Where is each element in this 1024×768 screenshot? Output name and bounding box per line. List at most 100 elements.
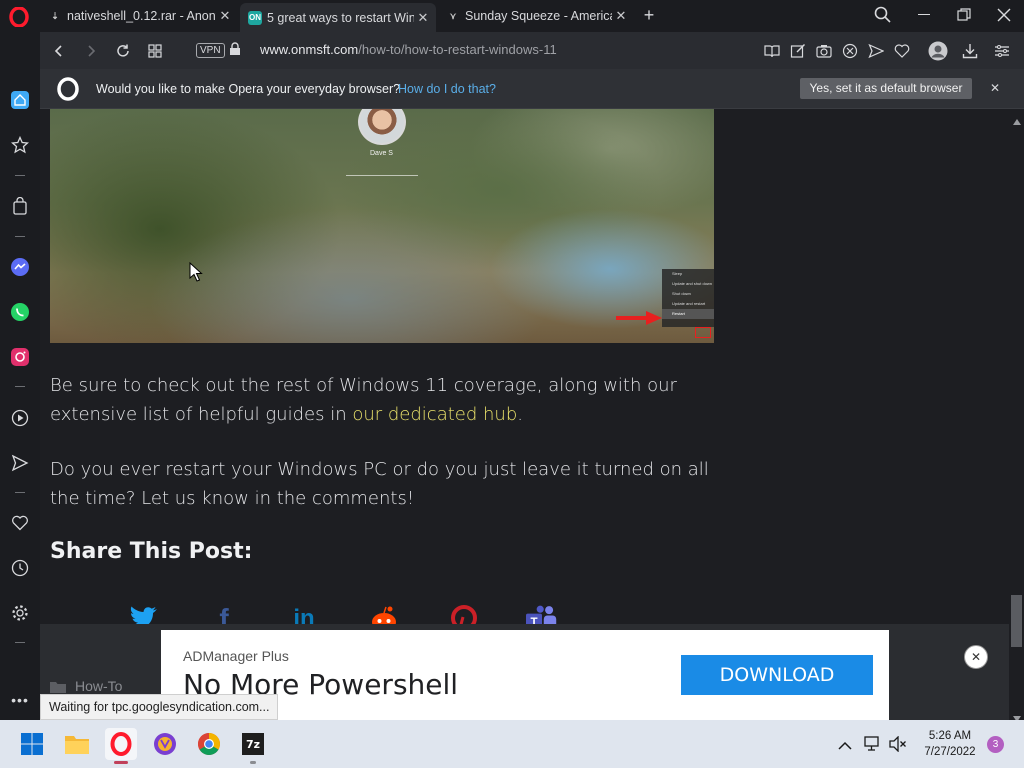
tab-onmsft[interactable]: ON 5 great ways to restart Windows 11 ✕ [240,3,436,32]
opera-taskbar-icon[interactable] [105,728,137,760]
send-icon[interactable] [8,451,32,475]
power-menu-item: Update and restart [672,301,706,306]
downloads-icon[interactable] [957,38,983,64]
search-tabs-icon[interactable] [873,5,895,27]
tab-close-icon[interactable]: ✕ [414,10,432,26]
bookmarks-star-icon[interactable] [8,133,32,157]
settings-gear-icon[interactable] [8,601,32,625]
scrollbar-thumb[interactable] [1011,595,1022,647]
heart-icon[interactable] [8,511,32,535]
page-scrollbar[interactable] [1009,109,1024,722]
easy-setup-menu-icon[interactable] [989,38,1015,64]
file-explorer-icon[interactable] [61,728,93,760]
reload-button[interactable] [110,38,136,64]
new-tab-button[interactable]: + [638,4,660,26]
sidebar-divider [15,492,25,493]
vpn-badge[interactable]: VPN [196,43,225,58]
tab-favicon-icon: ON [248,10,262,25]
home-icon [11,91,29,109]
whatsapp-icon[interactable] [8,300,32,324]
edit-icon[interactable] [785,38,811,64]
profile-avatar-icon[interactable] [925,38,951,64]
scroll-up-arrow-icon[interactable] [1013,112,1021,130]
bookmark-heart-icon[interactable] [889,38,915,64]
url-domain: www.onmsft.com [260,42,359,57]
notification-message: Would you like to make Opera your everyd… [96,82,401,96]
windows-taskbar: 7z 5:26 AM 7/27/2022 3 [0,720,1024,768]
speed-dial-button[interactable] [8,88,32,112]
shopping-bag-icon[interactable] [8,194,32,218]
tab-favicon-icon: ⇣ [51,10,59,21]
sidebar-divider [15,642,25,643]
power-menu-item: Shut down [672,291,691,296]
lock-icon[interactable] [229,42,241,61]
tab-anonfiles[interactable]: ⇣ nativeshell_0.12.rar - Anonfiles ✕ [40,3,238,29]
address-toolbar: VPN www.onmsft.com/how-to/how-to-restart… [40,32,1024,69]
url-path: /how-to/how-to-restart-windows-11 [358,42,557,57]
default-browser-notification: Would you like to make Opera your everyd… [40,69,1024,109]
article-hero-image: Dave S Sleep Update and shut down Shut d… [50,109,714,343]
category-link[interactable]: How-To [75,678,122,694]
instagram-icon[interactable] [8,345,32,369]
minimize-button[interactable] [918,14,930,15]
article-paragraph: Be sure to check out the rest of Windows… [50,371,710,429]
camera-snapshot-icon[interactable] [811,38,837,64]
article-paragraph: Do you ever restart your Windows PC or d… [50,459,709,509]
forward-button[interactable] [78,38,104,64]
sidebar-more-icon[interactable]: ••• [8,688,32,712]
ad-blocker-icon[interactable] [837,38,863,64]
tab-title: 5 great ways to restart Windows 11 [267,10,414,25]
notification-help-link[interactable]: How do I do that? [398,82,496,96]
restore-button[interactable] [957,8,971,22]
dedicated-hub-link[interactable]: our dedicated hub [352,404,517,425]
taskbar-clock[interactable]: 5:26 AM 7/27/2022 [916,728,984,760]
opera-logo-icon [56,77,80,106]
start-button[interactable] [16,728,48,760]
avatar [358,109,406,145]
ad-brand: ADManager Plus [183,648,289,664]
clock-time: 5:26 AM [928,730,972,742]
active-app-indicator [114,761,128,764]
ad-download-button[interactable]: DOWNLOAD [681,655,873,695]
paragraph-end: . [517,404,523,425]
clock-date: 7/27/2022 [924,746,976,758]
network-icon[interactable] [864,736,882,757]
reader-mode-icon[interactable] [759,38,785,64]
tab-close-icon[interactable]: ✕ [612,8,630,24]
url-field[interactable]: www.onmsft.com/how-to/how-to-restart-win… [260,42,557,57]
power-menu-item-restart: Restart [662,309,714,319]
chrome-taskbar-icon[interactable] [193,728,225,760]
login-user-name: Dave S [370,150,393,157]
tab-american-stories[interactable]: ⋎ Sunday Squeeze - American Stories ✕ [438,3,634,29]
sidebar-divider [15,175,25,176]
back-button[interactable] [46,38,72,64]
notification-close-icon[interactable]: ✕ [990,81,1000,95]
sidebar: ••• [0,32,40,720]
tab-favicon-icon: ⋎ [449,10,457,21]
set-default-browser-button[interactable]: Yes, set it as default browser [800,78,972,99]
opera-menu-button[interactable] [8,6,30,28]
close-window-button[interactable] [996,7,1012,23]
history-clock-icon[interactable] [8,556,32,580]
tab-title: Sunday Squeeze - American Stories [465,9,612,23]
mouse-cursor-icon [189,261,203,287]
tabs-overview-icon[interactable] [142,38,168,64]
power-menu-item: Sleep [672,271,683,276]
brave-taskbar-icon[interactable] [149,728,181,760]
tab-bar: ⇣ nativeshell_0.12.rar - Anonfiles ✕ ON … [0,0,1024,32]
7zip-taskbar-icon[interactable]: 7z [237,728,269,760]
opera-logo-icon [9,7,29,27]
tab-title: nativeshell_0.12.rar - Anonfiles [67,9,216,23]
power-menu-item: Update and shut down [672,281,713,286]
login-password-field [346,166,418,176]
messenger-icon[interactable] [8,255,32,279]
status-bar: Waiting for tpc.googlesyndication.com... [40,694,279,720]
player-icon[interactable] [8,406,32,430]
show-hidden-icons-chevron-icon[interactable] [838,738,852,756]
tab-close-icon[interactable]: ✕ [216,8,234,24]
power-menu: Sleep Update and shut down Shut down Upd… [662,269,714,327]
notification-count-badge[interactable]: 3 [987,736,1004,753]
send-to-flow-icon[interactable] [863,38,889,64]
ad-close-button[interactable]: ✕ [964,645,988,669]
volume-muted-icon[interactable] [889,735,907,757]
